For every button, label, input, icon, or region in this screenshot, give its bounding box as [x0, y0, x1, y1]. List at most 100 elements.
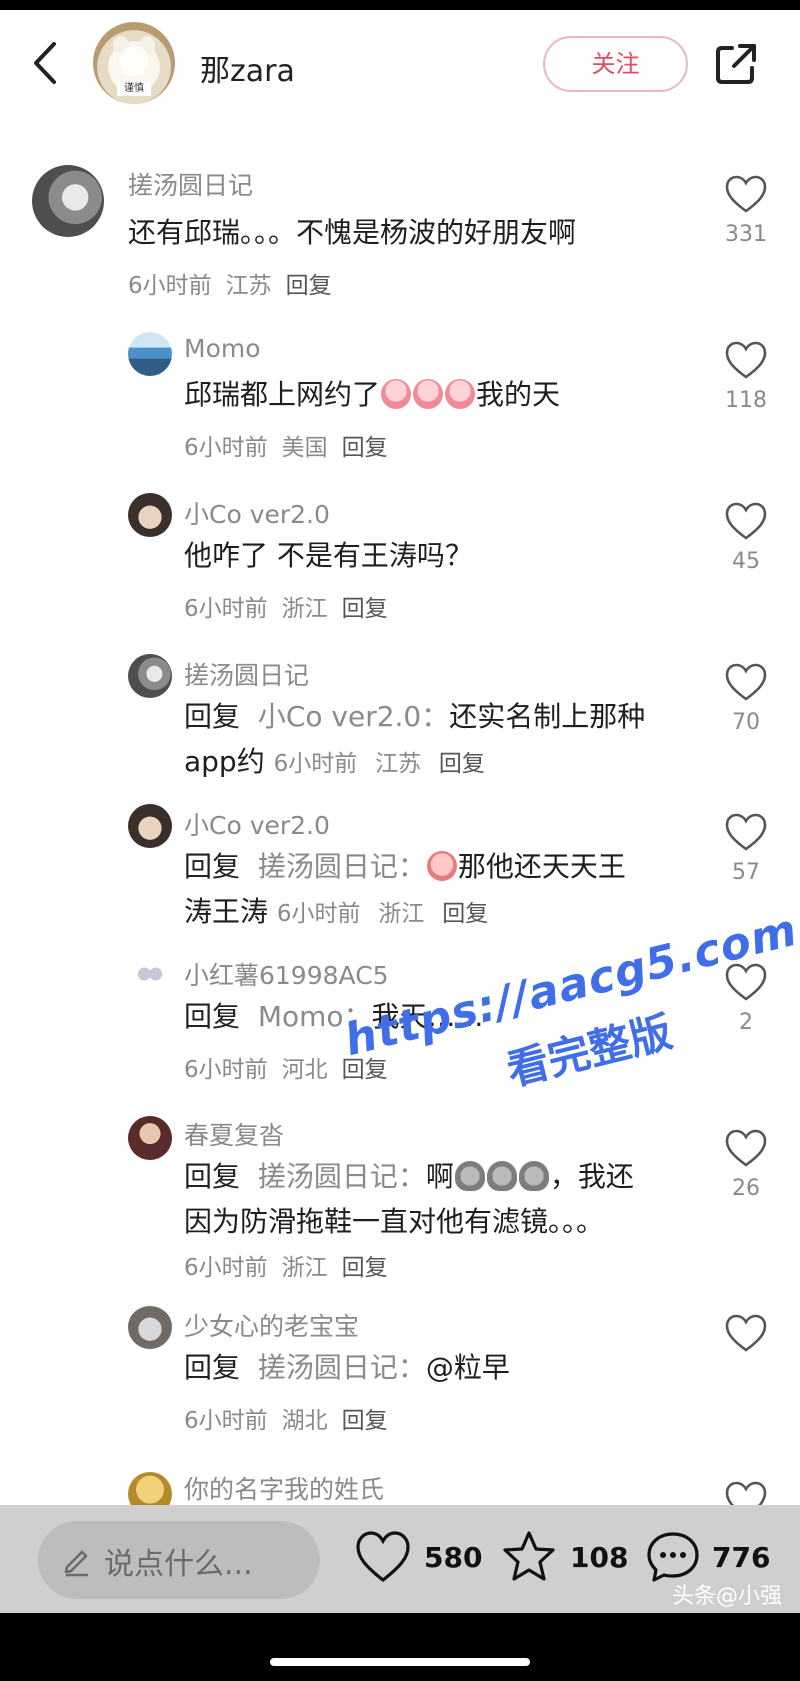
follow-button[interactable]: 关注: [543, 36, 688, 92]
heart-icon: [725, 175, 767, 213]
like-button[interactable]: [724, 1313, 768, 1353]
share-button[interactable]: [712, 40, 760, 88]
like-button[interactable]: [724, 662, 768, 702]
comment-username[interactable]: Momo: [184, 334, 261, 363]
heart-icon: [725, 1129, 767, 1167]
like-button[interactable]: [724, 812, 768, 852]
comment-location: 江苏: [225, 273, 272, 299]
avatar-stamp-text: 谨慎: [117, 82, 151, 96]
like-count: 26: [732, 1176, 760, 1201]
post-comment-count: 776: [712, 1541, 771, 1574]
avatar[interactable]: [32, 165, 104, 237]
reply-target-user[interactable]: 搓汤圆日记：: [258, 850, 426, 883]
star-icon: [503, 1531, 555, 1581]
avatar[interactable]: [128, 1116, 172, 1160]
post-collect-button[interactable]: [500, 1529, 558, 1589]
comment-location: 美国: [281, 435, 328, 461]
comment-username[interactable]: 小Co ver2.0: [184, 806, 330, 842]
comment-time: 6小时前: [184, 1408, 268, 1434]
avatar[interactable]: [128, 654, 172, 698]
comment-text: 邱瑞都上网约了 我的天: [184, 378, 561, 411]
comment-text: 还有邱瑞。。。不愧是杨波的好朋友啊: [128, 216, 577, 249]
comment-input[interactable]: 说点什么...: [38, 1521, 320, 1599]
comment-bubble-icon: [647, 1532, 699, 1582]
comment-location: 浙江: [281, 1255, 328, 1281]
comment-time: 6小时前: [184, 435, 268, 461]
reply-target-user[interactable]: 搓汤圆日记：: [258, 1160, 426, 1193]
status-strip: [0, 0, 800, 10]
comment-time: 6小时前: [184, 1057, 268, 1083]
post-like-count: 580: [424, 1541, 483, 1574]
comment-username[interactable]: 搓汤圆日记: [184, 656, 309, 692]
comment-meta: 6小时前 湖北 回复: [184, 1401, 402, 1435]
like-count: 331: [725, 222, 767, 247]
like-button[interactable]: [724, 501, 768, 541]
comment-input-placeholder: 说点什么...: [104, 1547, 253, 1582]
like-button[interactable]: [724, 174, 768, 214]
comment-time: 6小时前: [128, 273, 212, 299]
home-indicator[interactable]: [270, 1658, 530, 1666]
reply-link[interactable]: 回复: [439, 751, 485, 777]
comment-username[interactable]: 春夏复沓: [184, 1116, 284, 1152]
comment-location: 浙江: [378, 901, 425, 927]
reply-link[interactable]: 回复: [342, 596, 388, 622]
like-count: 70: [732, 710, 760, 735]
post-collect-count: 108: [570, 1541, 629, 1574]
reply-link[interactable]: 回复: [442, 901, 488, 927]
comment-username[interactable]: 搓汤圆日记: [128, 166, 253, 202]
chevron-left-icon: [34, 42, 56, 84]
comment-username[interactable]: 少女心的老宝宝: [184, 1307, 359, 1343]
comment-time: 6小时前: [184, 596, 268, 622]
like-button[interactable]: [724, 1128, 768, 1168]
heart-icon: [725, 663, 767, 701]
reply-link[interactable]: 回复: [342, 1408, 388, 1434]
comment-time: 6小时前: [184, 1255, 268, 1281]
mention-link[interactable]: @粒早: [426, 1351, 510, 1384]
heart-icon: [725, 1314, 767, 1352]
comment-username[interactable]: 小Co ver2.0: [184, 495, 330, 531]
poop-emoji-icon: [486, 1161, 517, 1191]
comment-text: 他咋了 不是有王涛吗？: [184, 539, 473, 572]
avatar[interactable]: [136, 966, 164, 982]
comment-location: 浙江: [281, 596, 328, 622]
share-external-icon: [716, 44, 756, 84]
avatar[interactable]: [128, 804, 172, 848]
like-count: 118: [725, 388, 767, 413]
reply-link[interactable]: 回复: [286, 273, 332, 299]
heart-icon: [356, 1531, 410, 1583]
poop-emoji-icon: [518, 1161, 549, 1191]
heart-icon: [725, 502, 767, 540]
reply-target-user[interactable]: 搓汤圆日记：: [258, 1351, 426, 1384]
avatar[interactable]: [128, 332, 172, 376]
pen-icon: [64, 1550, 88, 1577]
comment-time: 6小时前: [276, 901, 361, 927]
reply-link[interactable]: 回复: [342, 1255, 388, 1281]
poop-emoji-icon: [454, 1161, 485, 1191]
heart-icon: [725, 813, 767, 851]
heart-icon: [725, 341, 767, 379]
back-button[interactable]: [26, 38, 66, 88]
source-watermark: 头条@小强: [672, 1584, 783, 1609]
reply-link[interactable]: 回复: [342, 435, 388, 461]
comment-username[interactable]: 你的名字我的姓氏: [184, 1470, 384, 1506]
comment-meta: 6小时前 美国 回复: [184, 428, 402, 462]
post-like-button[interactable]: [354, 1529, 412, 1589]
crying-emoji-icon: [413, 379, 444, 409]
avatar[interactable]: [128, 493, 172, 537]
author-avatar[interactable]: 谨慎: [93, 22, 175, 104]
crying-emoji-icon: [445, 379, 476, 409]
comment-text: 回复 小Co ver2.0：还实名制上那种 app约 6小时前 江苏 回复: [184, 700, 646, 778]
comment-meta: 6小时前 江苏 回复: [128, 266, 346, 300]
comment-text: 回复 搓汤圆日记：啊 ，我还 因为防滑拖鞋一直对他有滤镜。。。: [184, 1160, 634, 1238]
system-bottom-strip: [0, 1613, 800, 1681]
comment-text: 回复 搓汤圆日记：@粒早: [184, 1351, 510, 1384]
comment-location: 湖北: [281, 1408, 328, 1434]
author-name[interactable]: 那zara: [200, 46, 295, 90]
like-button[interactable]: [724, 340, 768, 380]
comment-meta: 6小时前 浙江 回复: [184, 589, 402, 623]
post-header: 谨慎 那zara 关注: [0, 10, 800, 120]
comment-time: 6小时前: [273, 751, 358, 777]
reply-target-user[interactable]: 小Co ver2.0：: [258, 700, 449, 733]
comment-location: 江苏: [375, 751, 422, 777]
avatar[interactable]: [128, 1305, 172, 1349]
